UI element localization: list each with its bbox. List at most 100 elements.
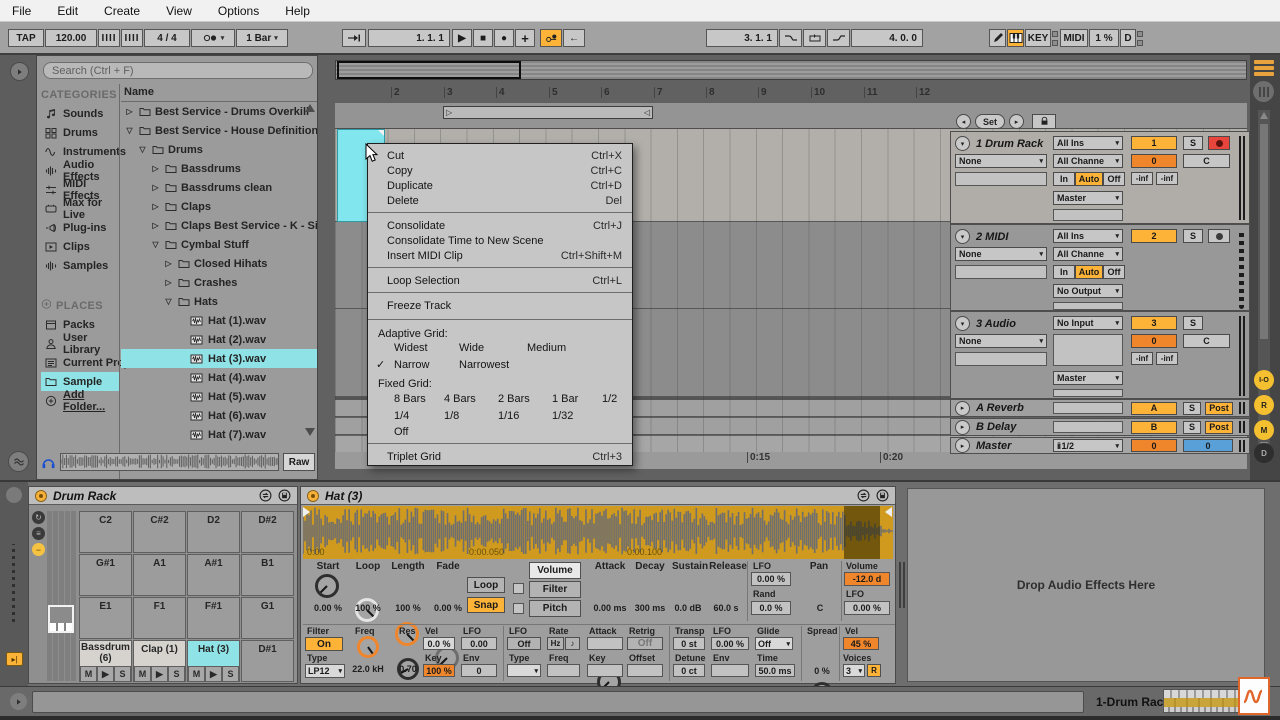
chain-list-icon[interactable]: ↻	[32, 511, 45, 524]
lfo-off-button[interactable]: Off	[507, 637, 541, 650]
pad-mute-button[interactable]: M	[188, 666, 205, 681]
track2-input-channel[interactable]: All Channe	[1053, 247, 1123, 261]
drum-pad-hat-selected[interactable]: Hat (3) M▶S	[187, 640, 240, 682]
track2-instrument-chooser[interactable]: None	[955, 247, 1047, 261]
tree-item[interactable]: Hat (2).wav	[121, 330, 317, 349]
voices-retrig-button[interactable]: R	[867, 664, 881, 677]
fade-value[interactable]: 0.00 %	[423, 603, 473, 613]
sidebar-item-max-for-live[interactable]: Max for Live	[41, 199, 121, 218]
arrangement-overview[interactable]	[335, 60, 1247, 80]
voices-chooser[interactable]: 3	[843, 664, 865, 677]
show-mixer-button[interactable]: M	[1254, 420, 1274, 440]
menu-view[interactable]: View	[166, 4, 192, 18]
track3-solo-button[interactable]: S	[1183, 316, 1203, 330]
track-header-drum-rack[interactable]: ▾1 Drum Rack None All Ins All Channe In …	[950, 131, 1250, 224]
context-item-consolidate[interactable]: ConsolidateCtrl+J	[368, 218, 632, 233]
drum-pad[interactable]: D#2	[241, 511, 294, 553]
clip-fade-handle[interactable]	[378, 130, 384, 136]
master-volume-field[interactable]: 0	[1131, 439, 1177, 452]
macro-controls-icon[interactable]: −	[32, 543, 45, 556]
loop-brace[interactable]: ▷◁	[443, 106, 653, 119]
return-name[interactable]: B Delay	[976, 421, 1016, 433]
drum-pad[interactable]: C#2	[133, 511, 186, 553]
grid-option-2bars[interactable]: 2 Bars	[498, 392, 530, 406]
return-track-delay[interactable]: ▸ B Delay B S Post	[950, 418, 1250, 436]
filter-key-field[interactable]: 100 %	[423, 664, 455, 677]
preview-waveform[interactable]	[60, 453, 279, 471]
preview-toggle-button[interactable]	[8, 451, 29, 472]
context-item-duplicate[interactable]: DuplicateCtrl+D	[368, 178, 632, 193]
return-chains-icon[interactable]: ≡	[32, 527, 45, 540]
drum-rack-title-bar[interactable]: Drum Rack	[29, 487, 297, 505]
menu-edit[interactable]: Edit	[57, 4, 78, 18]
pad-solo-button[interactable]: S	[222, 666, 239, 681]
loop-end-icon[interactable]: ◁	[644, 108, 650, 117]
drum-pad-bassdrum[interactable]: Bassdrum (6) M▶S	[79, 640, 132, 682]
track2-output[interactable]: No Output	[1053, 284, 1123, 298]
monitor-auto-button[interactable]: Auto	[1075, 172, 1103, 186]
punch-in-button[interactable]	[779, 29, 802, 47]
hamburger-menu-icon[interactable]	[1254, 60, 1274, 76]
filter-vel-field[interactable]: 0.0 %	[423, 637, 455, 650]
stop-button[interactable]: ■	[473, 29, 493, 47]
context-item-freeze-track[interactable]: Freeze Track	[368, 298, 632, 313]
track1-number-badge[interactable]: 1	[1131, 136, 1177, 150]
drum-pad-clap[interactable]: Clap (1) M▶S	[133, 640, 186, 682]
context-item-triplet-grid[interactable]: Triplet GridCtrl+3	[368, 449, 632, 464]
tree-item[interactable]: ▽Hats	[121, 292, 317, 311]
track3-volume-field[interactable]: 0	[1131, 334, 1177, 348]
track-header-midi[interactable]: ▾2 MIDI None All Ins All Channe In Auto …	[950, 224, 1250, 311]
fold-track-button[interactable]: ▾	[955, 316, 970, 331]
device-splitter[interactable]	[898, 488, 906, 682]
cue-out-chooser[interactable]: ii 1/2	[1053, 439, 1123, 452]
save-preset-icon[interactable]	[876, 489, 889, 502]
tree-item[interactable]: Hat (5).wav	[121, 387, 317, 406]
drum-pad[interactable]: A#1	[187, 554, 240, 596]
help-toggle-button[interactable]	[10, 693, 27, 710]
sidebar-item-drums[interactable]: Drums	[41, 123, 121, 142]
start-knob[interactable]	[315, 574, 339, 598]
drum-pad[interactable]: F1	[133, 597, 186, 639]
offset-field[interactable]	[627, 664, 663, 677]
fold-return-button[interactable]: ▸	[955, 401, 970, 416]
tree-name-header[interactable]: Name	[121, 86, 317, 102]
monitor-in-button[interactable]: In	[1053, 265, 1075, 279]
sidebar-item-sounds[interactable]: Sounds	[41, 104, 121, 123]
track2-number-badge[interactable]: 2	[1131, 229, 1177, 243]
nudge-down-button[interactable]: IIII	[98, 29, 120, 47]
track1-output[interactable]: Master	[1053, 191, 1123, 205]
record-button[interactable]: ●	[494, 29, 514, 47]
play-button[interactable]: ▶	[452, 29, 472, 47]
fold-master-button[interactable]: ▸	[955, 438, 970, 453]
spread-value[interactable]: 0 %	[801, 666, 843, 676]
drag-handle[interactable]	[12, 544, 15, 622]
tree-item[interactable]: ▷Claps	[121, 197, 317, 216]
punch-out-button[interactable]	[827, 29, 850, 47]
returnB-badge[interactable]: B	[1131, 421, 1177, 434]
show-delay-button[interactable]: D	[1254, 443, 1274, 463]
sidebar-item-user-library[interactable]: User Library	[41, 334, 121, 353]
track-header-audio[interactable]: ▾3 Audio None No Input Master 3 S 0 C -i…	[950, 311, 1250, 399]
loop-button[interactable]	[803, 29, 826, 47]
tree-item[interactable]: ▷Crashes	[121, 273, 317, 292]
track1-pan-field[interactable]: C	[1183, 154, 1230, 168]
master-name[interactable]: Master	[976, 440, 1011, 452]
glide-time-field[interactable]: 50.0 ms	[755, 664, 795, 677]
sample-end-marker[interactable]	[885, 507, 892, 517]
track1-volume-field[interactable]: 0	[1131, 154, 1177, 168]
sidebar-item-samples[interactable]: Samples	[41, 256, 121, 275]
set-locator-button[interactable]: Set	[975, 114, 1005, 129]
search-input[interactable]: Search (Ctrl + F)	[43, 62, 313, 79]
grid-option-narrowest[interactable]: Narrowest	[459, 358, 509, 372]
overview-viewport[interactable]	[337, 61, 521, 79]
sample-waveform-display[interactable]: 0:00 0:00.050 0:00.100	[303, 506, 893, 559]
filter-lfo-field[interactable]: 0.00	[461, 637, 497, 650]
context-item-consolidate-scene[interactable]: Consolidate Time to New Scene	[368, 233, 632, 248]
grid-option-widest[interactable]: Widest	[394, 341, 428, 355]
sidebar-item-clips[interactable]: Clips	[41, 237, 121, 256]
pitch-enable-checkbox[interactable]	[513, 603, 524, 614]
computer-midi-keyboard-button[interactable]	[1007, 29, 1024, 47]
drum-pad[interactable]: D2	[187, 511, 240, 553]
arrangement-position-field[interactable]: 1. 1. 1	[368, 29, 450, 47]
filter-type-chooser[interactable]: LP12	[305, 664, 345, 678]
